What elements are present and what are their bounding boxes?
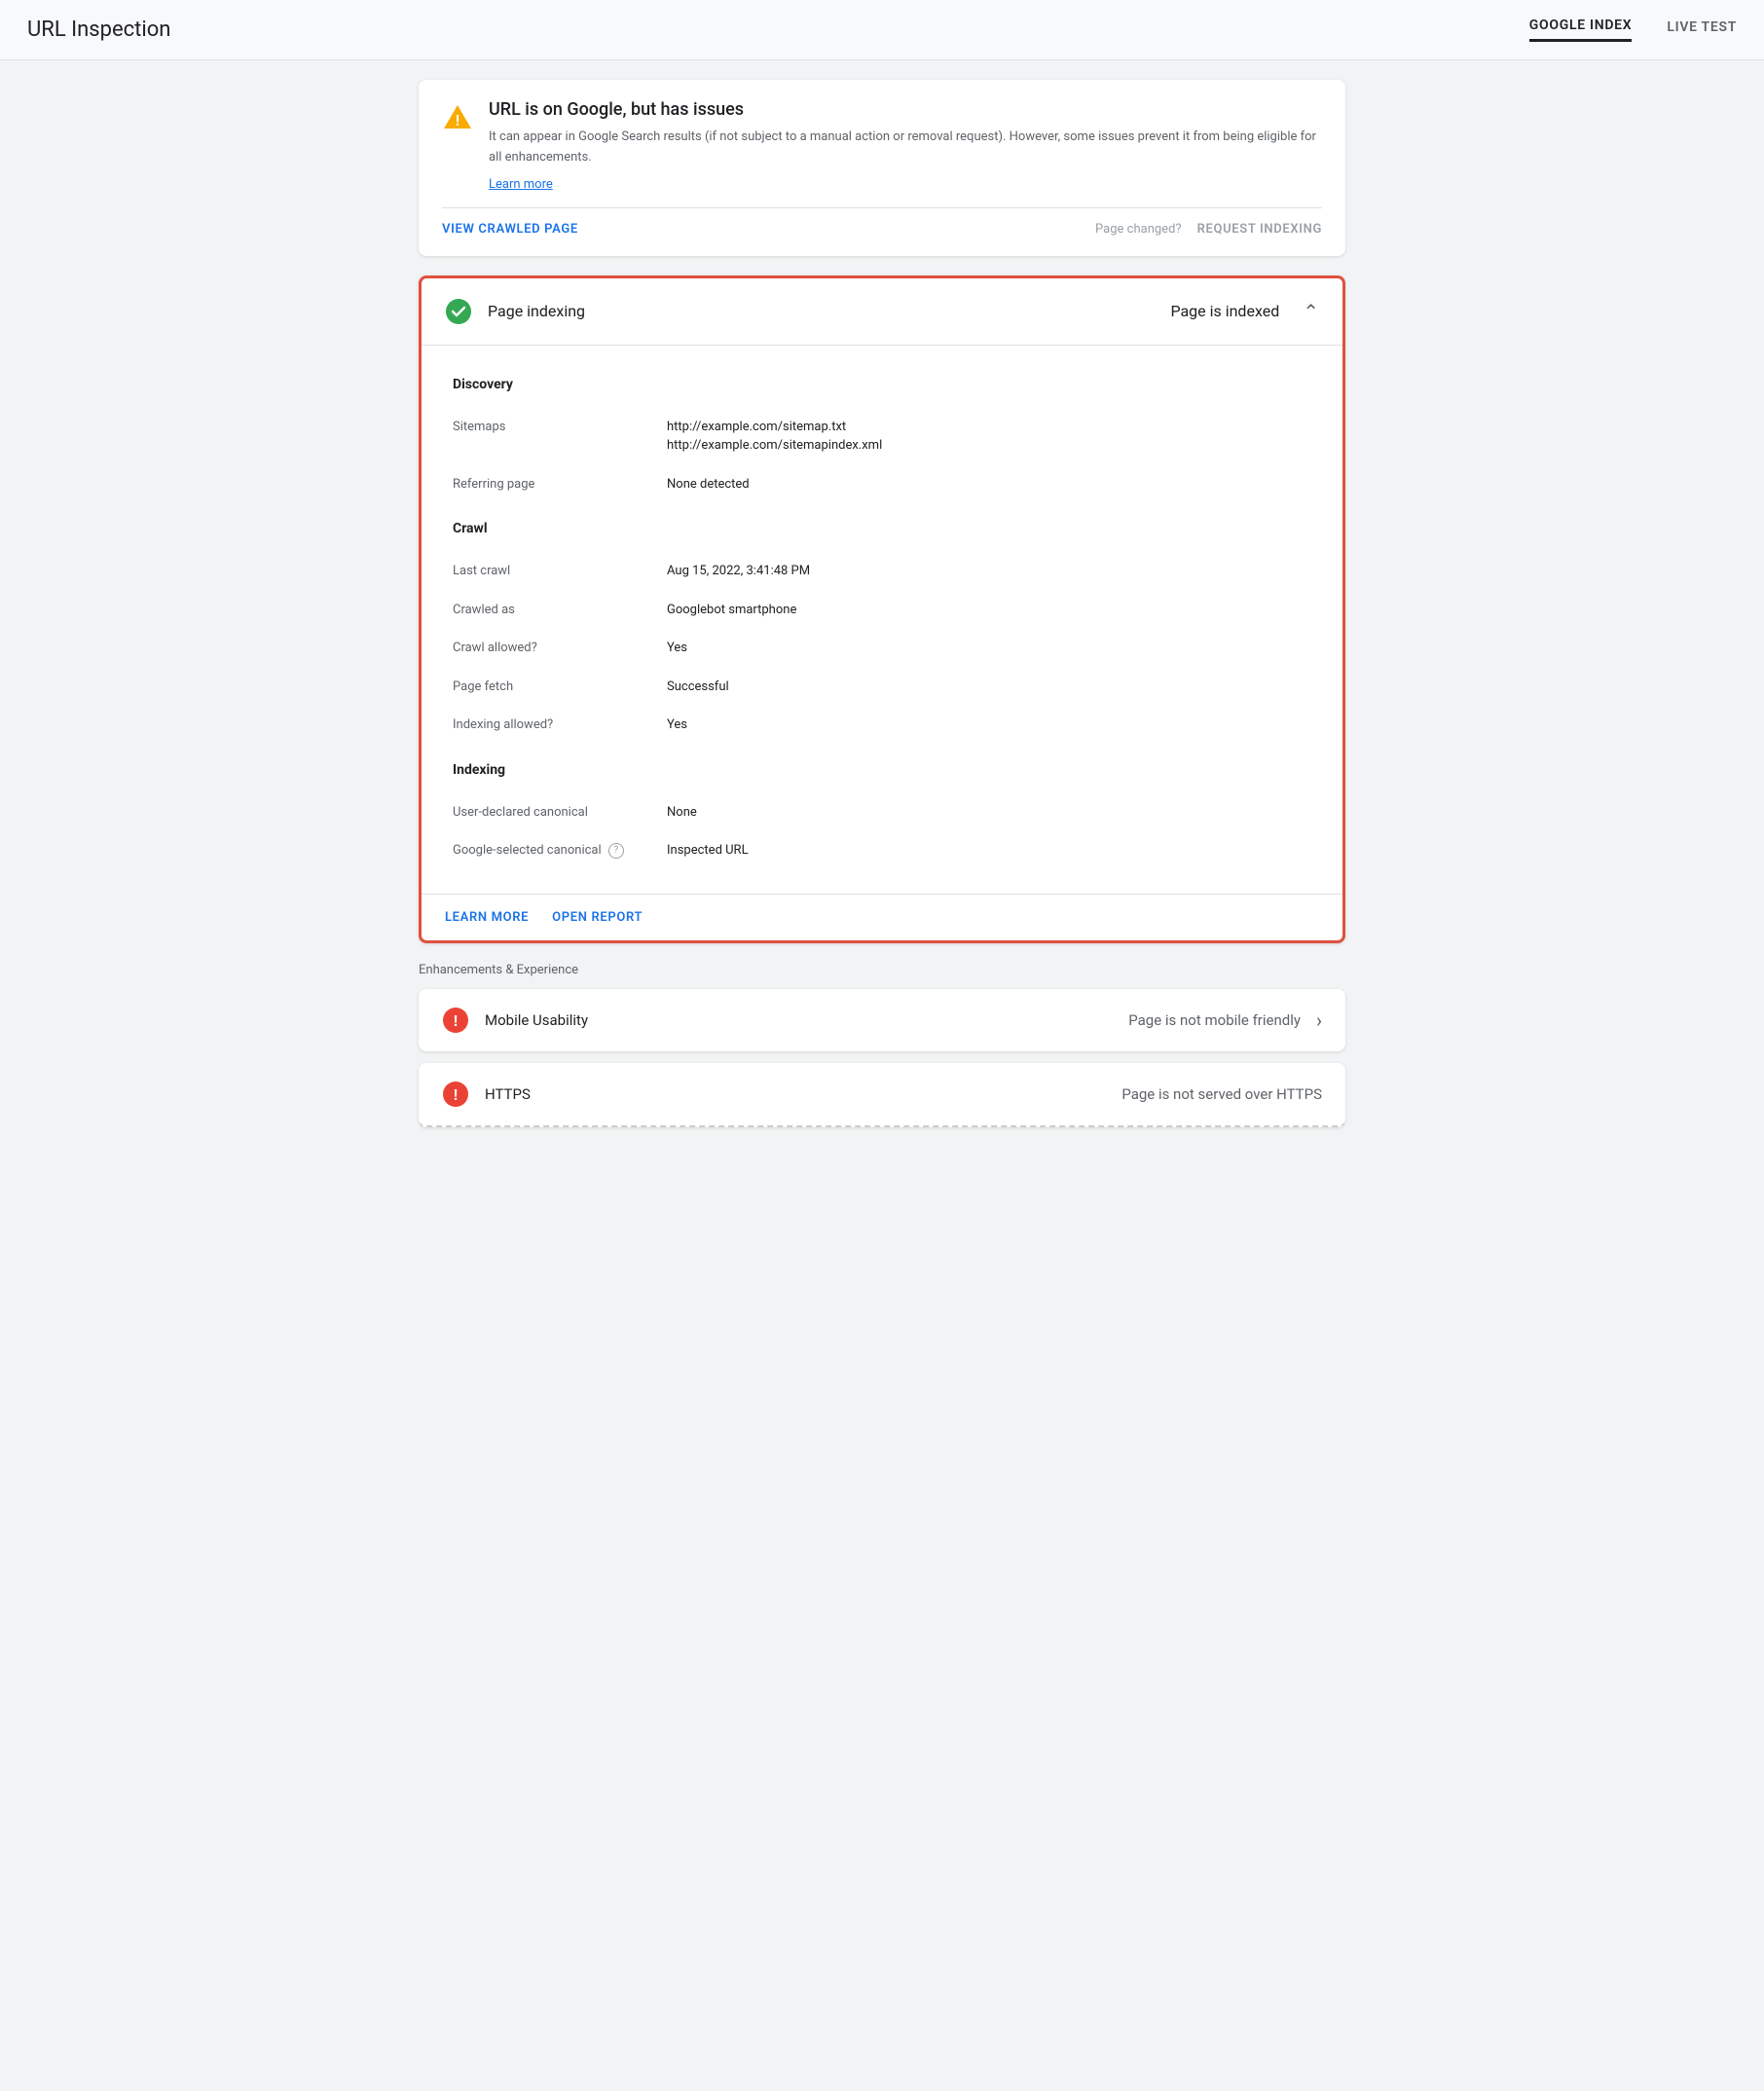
- page-indexing-footer: LEARN MORE OPEN REPORT: [422, 894, 1342, 940]
- crawl-allowed-value: Yes: [667, 639, 687, 658]
- page-indexing-card: Page indexing Page is indexed ⌃ Discover…: [419, 275, 1345, 943]
- https-error-icon: !: [442, 1081, 469, 1108]
- page-fetch-label: Page fetch: [453, 678, 667, 697]
- view-crawled-button[interactable]: VIEW CRAWLED PAGE: [442, 222, 578, 237]
- page-indexing-status-area: Page is indexed ⌃: [1170, 300, 1319, 323]
- crawled-as-label: Crawled as: [453, 601, 667, 620]
- page-title: URL Inspection: [27, 18, 170, 42]
- tab-live-test[interactable]: LIVE TEST: [1667, 19, 1737, 41]
- chevron-right-icon[interactable]: ›: [1316, 1009, 1322, 1032]
- last-crawl-row: Last crawl Aug 15, 2022, 3:41:48 PM: [453, 552, 1311, 591]
- sitemaps-row: Sitemaps http://example.com/sitemap.txt …: [453, 408, 1311, 465]
- svg-text:!: !: [455, 113, 459, 129]
- page-indexing-body: Discovery Sitemaps http://example.com/si…: [422, 346, 1342, 894]
- https-left: ! HTTPS: [442, 1081, 531, 1108]
- google-canonical-value: Inspected URL: [667, 841, 749, 861]
- crawl-allowed-label: Crawl allowed?: [453, 639, 667, 658]
- learn-more-link[interactable]: LEARN MORE: [445, 910, 529, 925]
- action-bar: VIEW CRAWLED PAGE Page changed? REQUEST …: [442, 207, 1322, 237]
- mobile-usability-row: ! Mobile Usability Page is not mobile fr…: [419, 989, 1345, 1051]
- user-canonical-value: None: [667, 803, 697, 823]
- request-area: Page changed? REQUEST INDEXING: [1095, 222, 1322, 237]
- main-content: ! URL is on Google, but has issues It ca…: [395, 60, 1369, 1147]
- page-header: URL Inspection GOOGLE INDEX LIVE TEST: [0, 0, 1764, 60]
- mobile-usability-left: ! Mobile Usability: [442, 1007, 588, 1034]
- open-report-link[interactable]: OPEN REPORT: [552, 910, 643, 925]
- alert-card: ! URL is on Google, but has issues It ca…: [419, 80, 1345, 256]
- indexing-allowed-value: Yes: [667, 715, 687, 735]
- page-indexing-header-left: Page indexing: [445, 298, 585, 325]
- google-canonical-label: Google-selected canonical ?: [453, 841, 667, 861]
- warning-icon: !: [442, 101, 473, 132]
- crawl-title: Crawl: [453, 521, 1311, 536]
- mobile-usability-title: Mobile Usability: [485, 1011, 588, 1029]
- sitemaps-label: Sitemaps: [453, 418, 667, 456]
- referring-page-value: None detected: [667, 475, 750, 495]
- last-crawl-label: Last crawl: [453, 562, 667, 581]
- alert-header: ! URL is on Google, but has issues It ca…: [442, 99, 1322, 192]
- sitemaps-value: http://example.com/sitemap.txt http://ex…: [667, 418, 882, 456]
- https-title: HTTPS: [485, 1085, 531, 1103]
- user-canonical-label: User-declared canonical: [453, 803, 667, 823]
- page-indexing-status: Page is indexed: [1170, 302, 1279, 320]
- mobile-usability-status-area: Page is not mobile friendly ›: [1128, 1009, 1322, 1032]
- https-status: Page is not served over HTTPS: [1121, 1085, 1322, 1103]
- page-fetch-row: Page fetch Successful: [453, 668, 1311, 707]
- indexing-allowed-row: Indexing allowed? Yes: [453, 706, 1311, 745]
- referring-page-label: Referring page: [453, 475, 667, 495]
- indexing-title: Indexing: [453, 762, 1311, 778]
- page-changed-label: Page changed?: [1095, 222, 1182, 237]
- alert-content: URL is on Google, but has issues It can …: [489, 99, 1322, 192]
- svg-text:!: !: [453, 1087, 458, 1104]
- alert-title: URL is on Google, but has issues: [489, 99, 1322, 120]
- https-status-area: Page is not served over HTTPS: [1121, 1085, 1322, 1103]
- sitemap-value-1: http://example.com/sitemap.txt: [667, 418, 882, 437]
- google-canonical-row: Google-selected canonical ? Inspected UR…: [453, 831, 1311, 870]
- sitemap-value-2: http://example.com/sitemapindex.xml: [667, 436, 882, 456]
- https-row: ! HTTPS Page is not served over HTTPS: [419, 1063, 1345, 1125]
- crawled-as-row: Crawled as Googlebot smartphone: [453, 591, 1311, 630]
- mobile-usability-card: ! Mobile Usability Page is not mobile fr…: [419, 989, 1345, 1051]
- referring-page-row: Referring page None detected: [453, 465, 1311, 504]
- crawled-as-value: Googlebot smartphone: [667, 601, 796, 620]
- alert-description: It can appear in Google Search results (…: [489, 128, 1322, 168]
- discovery-title: Discovery: [453, 377, 1311, 392]
- page-indexing-title: Page indexing: [488, 302, 585, 320]
- check-icon: [445, 298, 472, 325]
- chevron-up-icon[interactable]: ⌃: [1303, 300, 1319, 323]
- mobile-usability-status: Page is not mobile friendly: [1128, 1011, 1301, 1029]
- header-tabs: GOOGLE INDEX LIVE TEST: [1529, 18, 1737, 42]
- tab-google-index[interactable]: GOOGLE INDEX: [1529, 18, 1633, 42]
- indexing-allowed-label: Indexing allowed?: [453, 715, 667, 735]
- svg-text:!: !: [453, 1013, 458, 1030]
- user-canonical-row: User-declared canonical None: [453, 793, 1311, 832]
- page-fetch-value: Successful: [667, 678, 729, 697]
- request-indexing-button[interactable]: REQUEST INDEXING: [1197, 222, 1322, 237]
- alert-learn-more-link[interactable]: Learn more: [489, 177, 553, 192]
- page-indexing-header: Page indexing Page is indexed ⌃: [422, 278, 1342, 346]
- https-card: ! HTTPS Page is not served over HTTPS: [419, 1063, 1345, 1127]
- info-icon[interactable]: ?: [608, 843, 624, 859]
- crawl-allowed-row: Crawl allowed? Yes: [453, 629, 1311, 668]
- error-icon: !: [442, 1007, 469, 1034]
- enhancements-section-title: Enhancements & Experience: [419, 963, 1345, 977]
- last-crawl-value: Aug 15, 2022, 3:41:48 PM: [667, 562, 810, 581]
